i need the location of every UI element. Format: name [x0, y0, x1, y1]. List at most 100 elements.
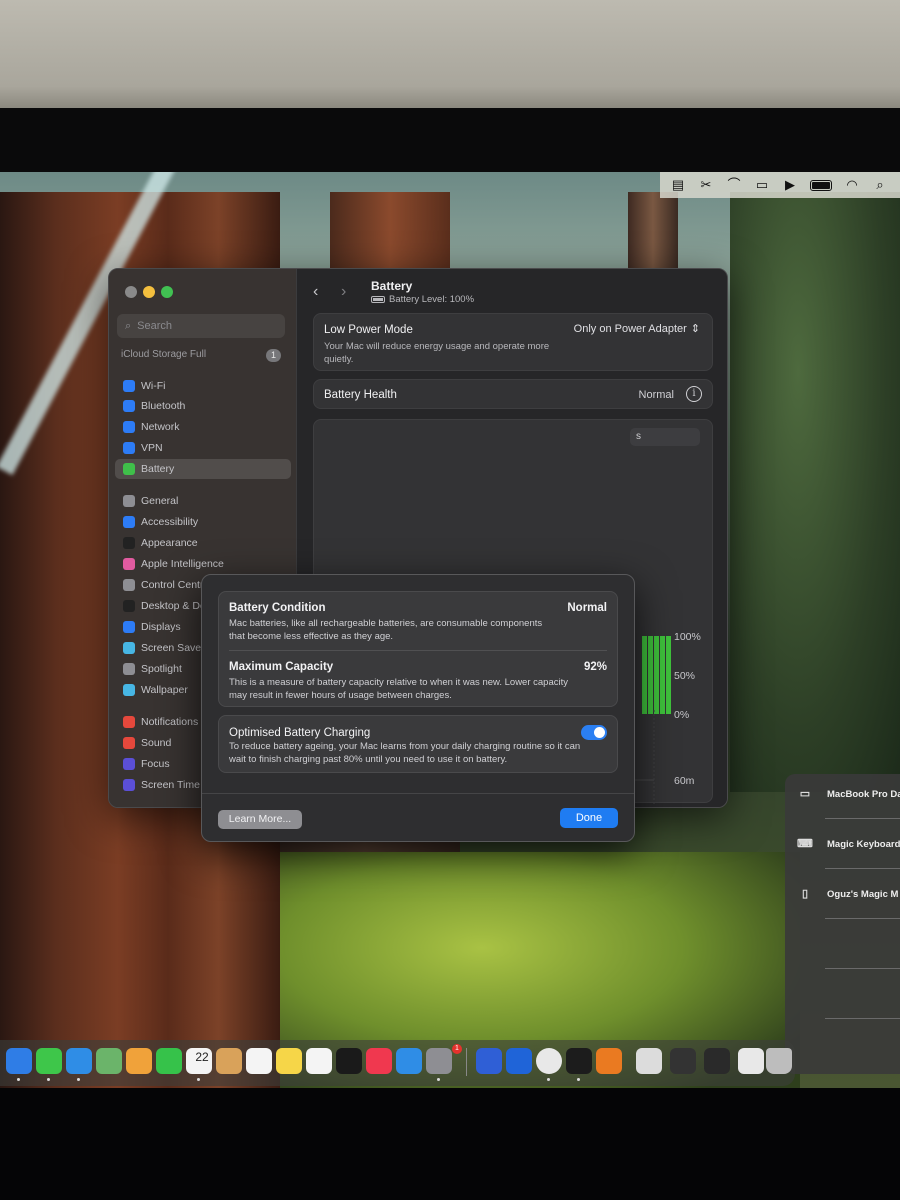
- battery-icon[interactable]: [810, 179, 832, 191]
- vpn-icon[interactable]: ⌒: [726, 178, 742, 192]
- optimised-charging-label: Optimised Battery Charging: [229, 727, 371, 739]
- info-icon[interactable]: i: [686, 386, 702, 402]
- maximum-capacity-description: This is a measure of battery capacity re…: [229, 677, 568, 701]
- device-row[interactable]: ▯ Oguz's Magic M: [797, 888, 898, 900]
- done-button[interactable]: Done: [560, 808, 618, 828]
- divider: [229, 650, 607, 651]
- sidebar-item-icon: [123, 779, 135, 791]
- optimised-charging-toggle[interactable]: [581, 725, 607, 740]
- battery-health-value: Normal: [638, 389, 674, 401]
- sidebar-item-label: Network: [141, 421, 180, 433]
- zoom-button[interactable]: [161, 286, 173, 298]
- safari-icon[interactable]: [6, 1048, 32, 1074]
- page-title: Battery: [371, 279, 413, 293]
- sidebar-item-icon: [123, 516, 135, 528]
- divider: [825, 968, 900, 969]
- freeform-icon[interactable]: [306, 1048, 332, 1074]
- laptop-icon: ▭: [799, 788, 811, 800]
- window-thumb-icon[interactable]: [738, 1048, 764, 1074]
- search-input[interactable]: ⌕ Search: [117, 314, 285, 338]
- running-indicator: [77, 1078, 80, 1081]
- running-indicator: [577, 1078, 580, 1081]
- sidebar-item-network[interactable]: Network: [115, 417, 291, 437]
- sidebar-item-label: General: [141, 495, 179, 507]
- system-settings-icon[interactable]: [426, 1048, 452, 1074]
- sidebar-item-icon: [123, 463, 135, 475]
- photos-icon[interactable]: [126, 1048, 152, 1074]
- running-indicator: [197, 1078, 200, 1081]
- app-store-icon[interactable]: [396, 1048, 422, 1074]
- battery-level-bar: [666, 636, 671, 714]
- facetime-icon[interactable]: [156, 1048, 182, 1074]
- sidebar-item-label: Displays: [141, 621, 181, 633]
- pdf-icon[interactable]: ▤: [670, 178, 686, 192]
- sidebar-item-appearance[interactable]: Appearance: [115, 533, 291, 553]
- music-icon[interactable]: [366, 1048, 392, 1074]
- sidebar-item-label: Apple Intelligence: [141, 558, 224, 570]
- mail-icon[interactable]: [66, 1048, 92, 1074]
- play-icon[interactable]: ▶: [782, 178, 798, 192]
- tv-icon[interactable]: [336, 1048, 362, 1074]
- sidebar-item-icon: [123, 737, 135, 749]
- sidebar-item-label: Screen Time: [141, 779, 200, 791]
- low-power-mode-label: Low Power Mode: [324, 324, 413, 336]
- back-chevron-icon[interactable]: ‹: [313, 283, 318, 301]
- icloud-storage-row[interactable]: iCloud Storage Full 1: [121, 349, 281, 362]
- battery-level-bar: [660, 636, 665, 714]
- maps-icon[interactable]: [96, 1048, 122, 1074]
- forward-chevron-icon[interactable]: ›: [341, 283, 346, 301]
- battery-info-group: Battery Condition Normal Mac batteries, …: [218, 591, 618, 707]
- sidebar-item-apple-intelligence[interactable]: Apple Intelligence: [115, 554, 291, 574]
- wallpaper-fir: [730, 192, 900, 792]
- battery-health-sheet: Battery Condition Normal Mac batteries, …: [201, 574, 635, 842]
- keyboard-icon: ⌨: [797, 838, 813, 850]
- close-button[interactable]: [125, 286, 137, 298]
- device-row[interactable]: ▭ MacBook Pro Da: [797, 788, 900, 800]
- notes-icon[interactable]: [276, 1048, 302, 1074]
- battery-level-bar: [648, 636, 653, 714]
- minimize-button[interactable]: [143, 286, 155, 298]
- sidebar-item-general[interactable]: General: [115, 491, 291, 511]
- notification-badge: 1: [452, 1044, 462, 1054]
- running-indicator: [437, 1078, 440, 1081]
- reminders-icon[interactable]: [246, 1048, 272, 1074]
- trash-icon[interactable]: [766, 1048, 792, 1074]
- sidebar-item-accessibility[interactable]: Accessibility: [115, 512, 291, 532]
- sidebar-item-vpn[interactable]: VPN: [115, 438, 291, 458]
- sidebar-item-icon: [123, 621, 135, 633]
- scissors-icon[interactable]: ✂: [698, 178, 714, 192]
- sidebar-item-icon: [123, 400, 135, 412]
- blender-icon[interactable]: [596, 1048, 622, 1074]
- sidebar-item-bluetooth[interactable]: Bluetooth: [115, 396, 291, 416]
- screen-bezel-top: [0, 108, 900, 174]
- card-icon[interactable]: ▭: [754, 178, 770, 192]
- messages-icon[interactable]: [36, 1048, 62, 1074]
- icloud-label: iCloud Storage Full: [121, 349, 207, 360]
- search-icon[interactable]: ⌕: [872, 178, 888, 192]
- sidebar-item-icon: [123, 380, 135, 392]
- learn-more-button[interactable]: Learn More...: [218, 810, 302, 829]
- divider: [825, 868, 900, 869]
- battery-health-row[interactable]: Battery Health Normal i: [313, 379, 713, 409]
- wifi-icon[interactable]: ◠: [844, 178, 860, 192]
- vpn-app-icon[interactable]: [476, 1048, 502, 1074]
- optimised-charging-group: Optimised Battery Charging To reduce bat…: [218, 715, 618, 773]
- device-row[interactable]: ⌨ Magic Keyboard: [797, 838, 900, 850]
- sidebar-item-battery[interactable]: Battery: [115, 459, 291, 479]
- contacts-icon[interactable]: [216, 1048, 242, 1074]
- chrome-icon[interactable]: [536, 1048, 562, 1074]
- doc-thumb-icon[interactable]: [636, 1048, 662, 1074]
- terminal-icon[interactable]: [566, 1048, 592, 1074]
- low-power-mode-select[interactable]: Only on Power Adapter ⇕: [574, 322, 700, 336]
- sidebar-item-label: Battery: [141, 463, 175, 475]
- running-indicator: [547, 1078, 550, 1081]
- screenshot-thumb-icon[interactable]: [670, 1048, 696, 1074]
- running-indicator: [17, 1078, 20, 1081]
- notification-badge: 1: [265, 349, 281, 362]
- keyboard-thumb-icon[interactable]: [704, 1048, 730, 1074]
- brave-icon[interactable]: [506, 1048, 532, 1074]
- sidebar-item-wi-fi[interactable]: Wi-Fi: [115, 376, 291, 396]
- battery-condition-value: Normal: [567, 602, 607, 614]
- optimised-charging-description: To reduce battery ageing, your Mac learn…: [229, 741, 581, 765]
- sidebar-item-label: Control Centre: [141, 579, 210, 591]
